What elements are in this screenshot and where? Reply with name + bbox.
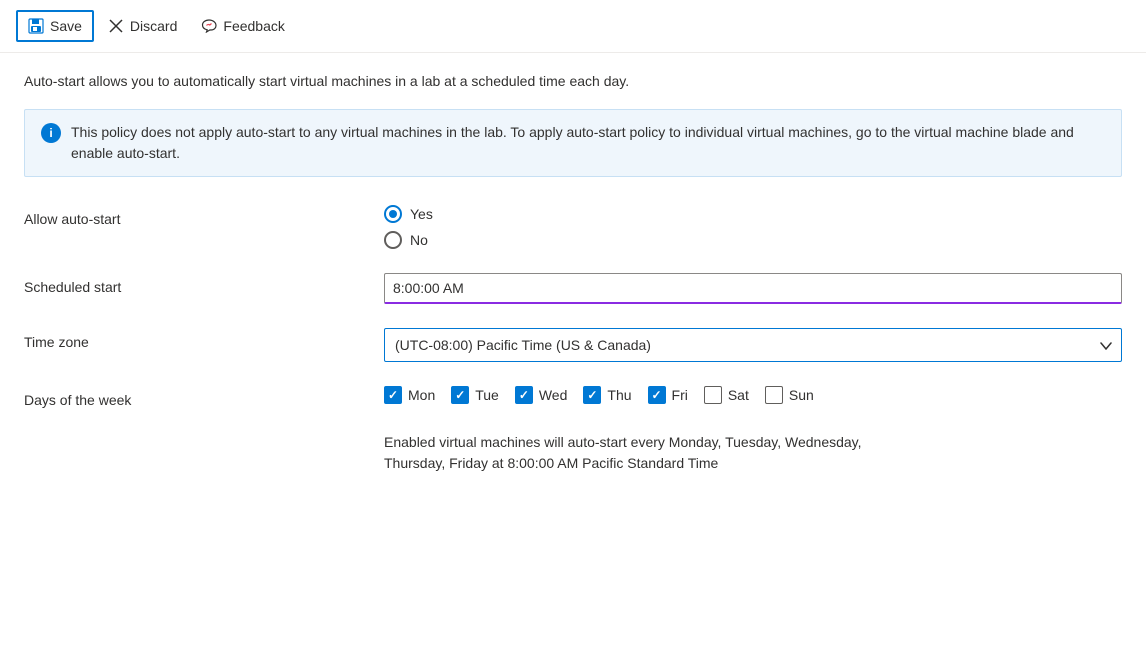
toolbar: Save Discard Feedback [0, 0, 1146, 53]
radio-yes-circle [384, 205, 402, 223]
summary-line1: Enabled virtual machines will auto-start… [384, 434, 862, 450]
time-zone-row: Time zone (UTC-08:00) Pacific Time (US &… [24, 328, 1122, 362]
checkbox-sun-label: Sun [789, 387, 814, 403]
checkbox-wed-box [515, 386, 533, 404]
discard-button[interactable]: Discard [98, 12, 187, 40]
days-of-week-control: Mon Tue Wed Thu Fri [384, 386, 1122, 404]
days-of-week-row: Days of the week Mon Tue Wed Thu [24, 386, 1122, 408]
info-box-text: This policy does not apply auto-start to… [71, 122, 1105, 164]
radio-yes-label: Yes [410, 206, 433, 222]
feedback-label: Feedback [223, 18, 284, 34]
checkbox-sun-box [765, 386, 783, 404]
days-checkbox-group: Mon Tue Wed Thu Fri [384, 386, 1122, 404]
checkbox-sat[interactable]: Sat [704, 386, 749, 404]
close-icon [108, 18, 124, 34]
summary-line2: Thursday, Friday at 8:00:00 AM Pacific S… [384, 455, 718, 471]
time-zone-select-wrapper: (UTC-08:00) Pacific Time (US & Canada) (… [384, 328, 1122, 362]
allow-autostart-label: Allow auto-start [24, 205, 384, 227]
checkbox-tue-label: Tue [475, 387, 499, 403]
discard-label: Discard [130, 18, 177, 34]
scheduled-start-label: Scheduled start [24, 273, 384, 295]
time-zone-control: (UTC-08:00) Pacific Time (US & Canada) (… [384, 328, 1122, 362]
scheduled-start-control [384, 273, 1122, 304]
checkbox-fri-box [648, 386, 666, 404]
info-box: i This policy does not apply auto-start … [24, 109, 1122, 177]
checkbox-tue-box [451, 386, 469, 404]
checkbox-wed[interactable]: Wed [515, 386, 568, 404]
main-content: Auto-start allows you to automatically s… [0, 53, 1146, 494]
summary-text: Enabled virtual machines will auto-start… [384, 432, 1122, 474]
description-text: Auto-start allows you to automatically s… [24, 73, 1122, 89]
radio-yes[interactable]: Yes [384, 205, 1122, 223]
time-zone-label: Time zone [24, 328, 384, 350]
checkbox-mon[interactable]: Mon [384, 386, 435, 404]
checkbox-mon-label: Mon [408, 387, 435, 403]
allow-autostart-control: Yes No [384, 205, 1122, 249]
checkbox-sat-label: Sat [728, 387, 749, 403]
checkbox-fri-label: Fri [672, 387, 688, 403]
save-icon [28, 18, 44, 34]
checkbox-mon-box [384, 386, 402, 404]
radio-no[interactable]: No [384, 231, 1122, 249]
time-zone-select[interactable]: (UTC-08:00) Pacific Time (US & Canada) (… [384, 328, 1122, 362]
scheduled-start-row: Scheduled start [24, 273, 1122, 304]
checkbox-sat-box [704, 386, 722, 404]
info-icon: i [41, 123, 61, 143]
checkbox-fri[interactable]: Fri [648, 386, 688, 404]
checkbox-sun[interactable]: Sun [765, 386, 814, 404]
scheduled-start-input[interactable] [384, 273, 1122, 304]
radio-group: Yes No [384, 205, 1122, 249]
checkbox-tue[interactable]: Tue [451, 386, 499, 404]
checkbox-thu-label: Thu [607, 387, 631, 403]
feedback-button[interactable]: Feedback [191, 12, 294, 40]
checkbox-wed-label: Wed [539, 387, 568, 403]
save-label: Save [50, 18, 82, 34]
radio-no-label: No [410, 232, 428, 248]
allow-autostart-row: Allow auto-start Yes No [24, 205, 1122, 249]
save-button[interactable]: Save [16, 10, 94, 42]
feedback-icon [201, 18, 217, 34]
checkbox-thu-box [583, 386, 601, 404]
radio-no-circle [384, 231, 402, 249]
days-of-week-label: Days of the week [24, 386, 384, 408]
checkbox-thu[interactable]: Thu [583, 386, 631, 404]
